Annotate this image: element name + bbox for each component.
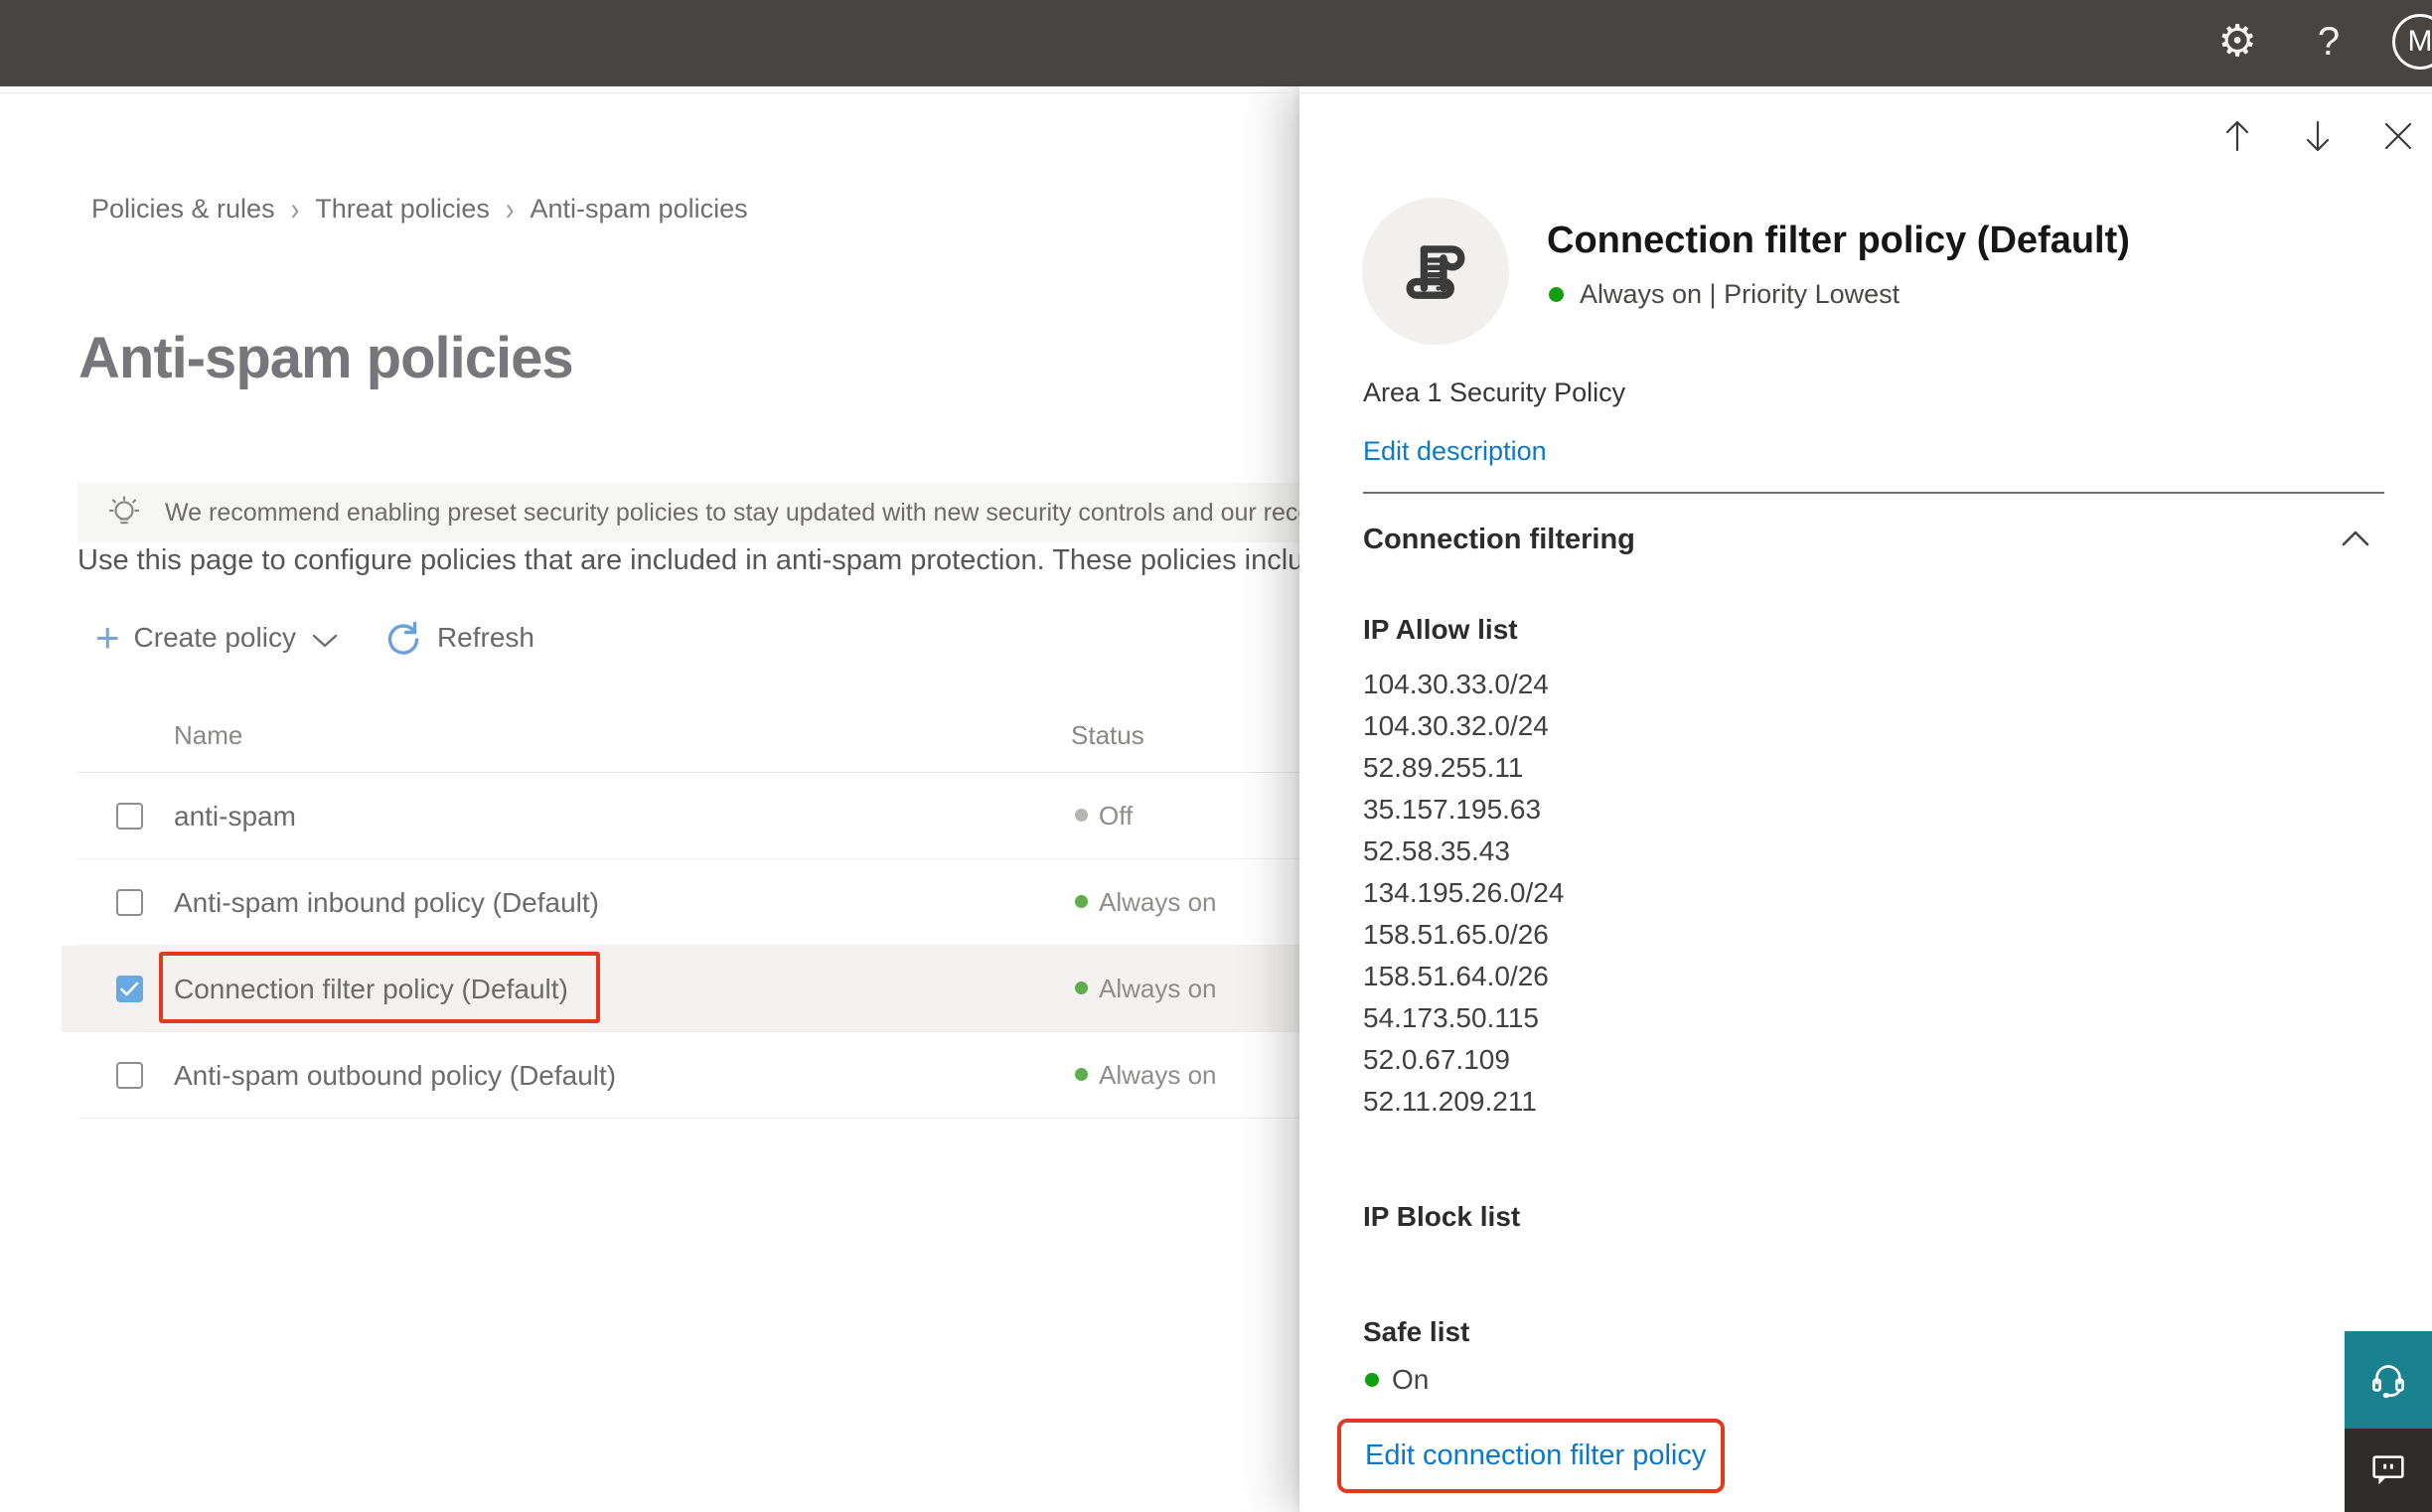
- support-button[interactable]: [2345, 1331, 2432, 1429]
- toolbar: + Create policy Refresh: [95, 613, 534, 663]
- column-header-status[interactable]: Status: [1071, 720, 1144, 751]
- ip-entry: 52.58.35.43: [1363, 835, 1510, 866]
- red-annotation-box: Edit connection filter policy: [1337, 1419, 1725, 1493]
- breadcrumb-threat-policies[interactable]: Threat policies: [315, 194, 490, 225]
- breadcrumb-policies-rules[interactable]: Policies & rules: [91, 194, 275, 225]
- ip-entry: 158.51.65.0/26: [1363, 919, 1549, 950]
- ip-entry: 158.51.64.0/26: [1363, 961, 1549, 991]
- status-label: Off: [1099, 801, 1134, 831]
- panel-status-text: Always on | Priority Lowest: [1580, 279, 1900, 309]
- status-dot-green: [1549, 287, 1564, 302]
- edit-connection-filter-policy-link[interactable]: Edit connection filter policy: [1365, 1439, 1706, 1472]
- column-header-name[interactable]: Name: [174, 720, 242, 751]
- settings-gear-icon[interactable]: ⚙: [2213, 18, 2261, 66]
- edit-description-link[interactable]: Edit description: [1363, 436, 1547, 467]
- create-policy-button[interactable]: + Create policy: [95, 614, 338, 661]
- policy-name: anti-spam: [174, 801, 296, 832]
- policy-name: Anti-spam inbound policy (Default): [174, 887, 599, 918]
- section-label: Connection filtering: [1363, 524, 1635, 555]
- refresh-icon: [387, 621, 419, 655]
- policy-name: Anti-spam outbound policy (Default): [174, 1060, 617, 1091]
- checkmark-icon: [120, 982, 139, 996]
- panel-nav: [2219, 118, 2416, 154]
- status-dot-green: [1365, 1373, 1379, 1387]
- ip-entry: 52.0.67.109: [1363, 1044, 1510, 1075]
- row-checkbox[interactable]: [116, 1062, 143, 1089]
- safe-list-status: On: [1365, 1364, 1429, 1396]
- breadcrumb-separator-icon: ›: [290, 190, 300, 227]
- status-dot-on: [1075, 982, 1088, 994]
- header-divider: [0, 92, 2432, 93]
- row-checkbox[interactable]: [116, 889, 143, 916]
- panel-status: Always on | Priority Lowest: [1549, 279, 1900, 310]
- row-checkbox[interactable]: [116, 803, 143, 830]
- previous-item-arrow-up-icon[interactable]: [2219, 118, 2255, 154]
- policy-scroll-icon: [1406, 245, 1465, 299]
- account-avatar[interactable]: M: [2392, 14, 2432, 70]
- row-checkbox-checked[interactable]: [116, 976, 143, 1002]
- status-label: Always on: [1099, 887, 1217, 917]
- safe-list-title: Safe list: [1363, 1316, 1470, 1347]
- connection-filtering-section-header[interactable]: Connection filtering: [1363, 524, 2384, 556]
- ip-block-list-title: IP Block list: [1363, 1201, 1521, 1232]
- ip-allow-list: 104.30.33.0/24 104.30.32.0/24 52.89.255.…: [1363, 664, 1564, 1123]
- policy-name: Connection filter policy (Default): [174, 974, 568, 1004]
- feedback-button[interactable]: [2345, 1429, 2432, 1512]
- policy-detail-flyout: Connection filter policy (Default) Alway…: [1299, 86, 2432, 1512]
- page-title: Anti-spam policies: [78, 326, 574, 390]
- chevron-down-icon: [312, 634, 338, 648]
- refresh-button[interactable]: Refresh: [383, 616, 534, 660]
- safe-list-status-text: On: [1392, 1364, 1430, 1395]
- chevron-up-icon[interactable]: [2342, 529, 2369, 547]
- plus-icon: +: [95, 614, 120, 661]
- breadcrumb: Policies & rules › Threat policies › Ant…: [91, 190, 748, 227]
- ip-entry: 134.195.26.0/24: [1363, 877, 1565, 908]
- headset-icon: [2372, 1365, 2404, 1399]
- create-policy-label: Create policy: [133, 622, 296, 653]
- banner-text: We recommend enabling preset security po…: [165, 498, 1367, 527]
- breadcrumb-separator-icon: ›: [505, 190, 515, 227]
- refresh-label: Refresh: [436, 622, 534, 653]
- next-item-arrow-down-icon[interactable]: [2300, 118, 2336, 154]
- ip-entry: 35.157.195.63: [1363, 794, 1542, 825]
- breadcrumb-anti-spam-policies[interactable]: Anti-spam policies: [531, 194, 748, 225]
- policy-description: Area 1 Security Policy: [1363, 378, 1626, 407]
- ip-entry: 52.89.255.11: [1363, 752, 1524, 783]
- status-dot-off: [1075, 809, 1088, 822]
- panel-title: Connection filter policy (Default): [1547, 220, 2130, 261]
- status-dot-on: [1075, 1068, 1088, 1081]
- lightbulb-icon: [108, 496, 140, 525]
- section-divider: [1363, 492, 2384, 494]
- status-dot-on: [1075, 895, 1088, 908]
- ip-allow-list-title: IP Allow list: [1363, 614, 1518, 645]
- policy-avatar-circle: [1362, 198, 1509, 345]
- feedback-chat-icon: [2372, 1455, 2404, 1485]
- help-question-icon[interactable]: ?: [2309, 16, 2349, 68]
- status-label: Always on: [1099, 1060, 1217, 1090]
- status-label: Always on: [1099, 974, 1217, 1003]
- ip-entry: 54.173.50.115: [1363, 1002, 1539, 1033]
- close-icon[interactable]: [2380, 118, 2416, 154]
- top-app-bar: ⚙ ? M: [0, 0, 2432, 86]
- ip-entry: 52.11.209.211: [1363, 1086, 1537, 1117]
- ip-entry: 104.30.32.0/24: [1363, 710, 1549, 741]
- ip-entry: 104.30.33.0/24: [1363, 669, 1549, 699]
